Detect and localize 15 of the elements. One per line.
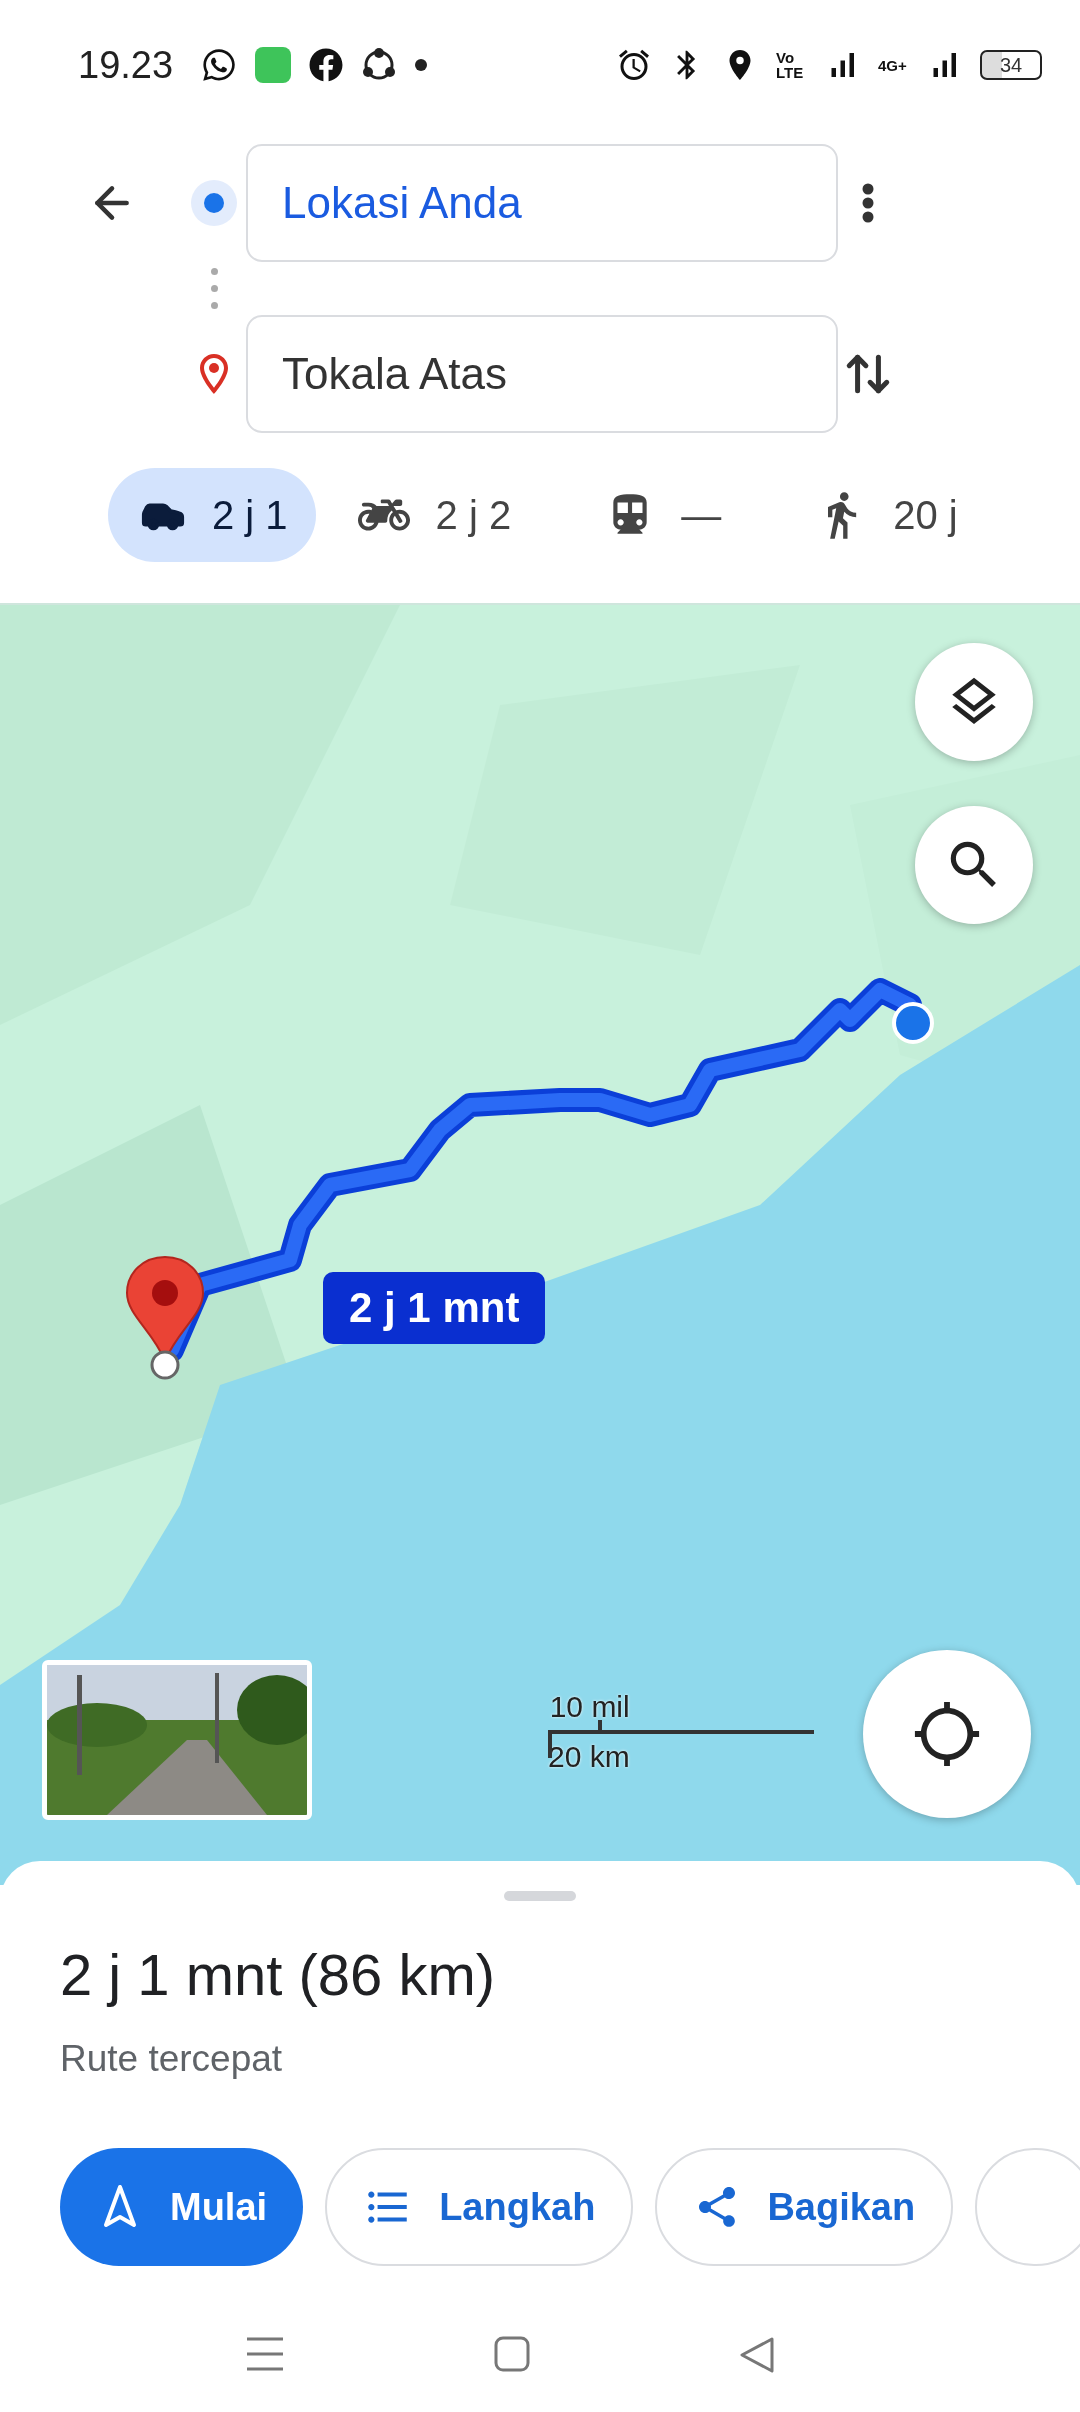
route-description: Rute tercepat [60, 2038, 284, 2080]
battery-icon: 34 [980, 50, 1042, 80]
volte-label: Vo LTE [776, 50, 805, 80]
mobile-data-label: 4G+ [878, 57, 908, 73]
travel-mode-tab[interactable]: 2 j 1 [108, 468, 316, 562]
destination-field[interactable]: Tokala Atas [246, 315, 838, 433]
action-button[interactable]: Langkah [325, 2148, 634, 2266]
travel-mode-tab[interactable]: 2 j 2 [325, 468, 540, 562]
status-time: 19.23 [78, 43, 174, 87]
travel-mode-tab[interactable]: 20 j [783, 468, 986, 562]
travel-mode-tab[interactable]: — [573, 468, 750, 562]
action-button[interactable]: Mulai [60, 2148, 304, 2266]
origin-field[interactable]: Lokasi Anda [246, 144, 838, 262]
action-button[interactable]: Bagikan [655, 2148, 954, 2266]
route-summary: 2 j 1 mnt (86 km) [60, 1941, 497, 2008]
